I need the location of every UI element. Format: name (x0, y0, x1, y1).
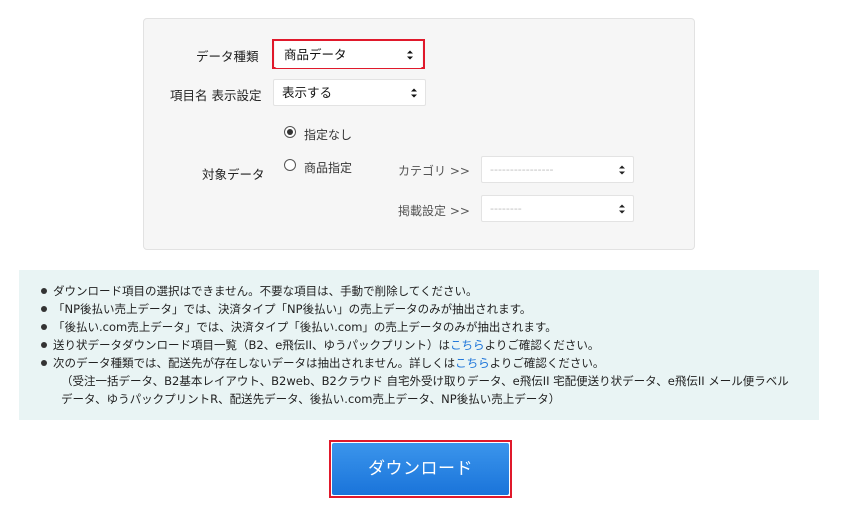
note-text: よりご確認ください。 (489, 356, 605, 370)
category-value: ---------------- (490, 163, 554, 176)
notes-list: ダウンロード項目の選択はできません。不要な項目は、手動で削除してください。 「N… (39, 282, 809, 408)
radio-product-filter-label: 商品指定 (304, 161, 353, 175)
note-text: ダウンロード項目の選択はできません。不要な項目は、手動で削除してください。 (53, 284, 478, 298)
select-arrows-icon (407, 50, 413, 60)
listing-setting-value: -------- (490, 202, 522, 215)
note-text: （受注一括データ、B2基本レイアウト、B2web、B2クラウド 自宅外受け取りデ… (61, 374, 789, 406)
note-text: 「NP後払い売上データ」では、決済タイプ「NP後払い」の売上データのみが抽出され… (53, 302, 532, 316)
listing-setting-select[interactable]: -------- (481, 195, 634, 222)
select-arrows-icon (619, 165, 625, 175)
no-destination-link[interactable]: こちら (455, 356, 490, 370)
note-item: 「NP後払い売上データ」では、決済タイプ「NP後払い」の売上データのみが抽出され… (39, 300, 809, 318)
note-item: 次のデータ種類では、配送先が存在しないデータは抽出されません。詳しくはこちらより… (39, 354, 809, 372)
category-select[interactable]: ---------------- (481, 156, 634, 183)
note-item: 送り状データダウンロード項目一覧（B2、e飛伝II、ゆうパックプリント）はこちら… (39, 336, 809, 354)
note-item: ダウンロード項目の選択はできません。不要な項目は、手動で削除してください。 (39, 282, 809, 300)
notes-box: ダウンロード項目の選択はできません。不要な項目は、手動で削除してください。 「N… (19, 270, 819, 420)
note-text: 「後払い.com売上データ」では、決済タイプ「後払い.com」の売上データのみが… (53, 320, 557, 334)
item-name-setting-value: 表示する (282, 85, 333, 100)
note-item: 「後払い.com売上データ」では、決済タイプ「後払い.com」の売上データのみが… (39, 318, 809, 336)
data-type-select[interactable]: 商品データ (275, 41, 422, 68)
item-name-setting-select[interactable]: 表示する (273, 79, 426, 106)
select-arrows-icon (619, 204, 625, 214)
note-subitem: （受注一括データ、B2基本レイアウト、B2web、B2クラウド 自宅外受け取りデ… (39, 372, 809, 408)
radio-no-filter[interactable] (284, 126, 296, 138)
radio-product-filter[interactable] (284, 159, 296, 171)
item-name-setting-label: 項目名 表示設定 (170, 88, 262, 103)
radio-no-filter-label: 指定なし (304, 128, 353, 142)
data-type-value: 商品データ (284, 47, 347, 62)
listing-setting-label: 掲載設定 >> (398, 204, 470, 218)
note-text: よりご確認ください。 (484, 338, 600, 352)
note-text: 次のデータ種類では、配送先が存在しないデータは抽出されません。詳しくは (53, 356, 456, 370)
target-data-label: 対象データ (202, 167, 265, 182)
invoice-items-link[interactable]: こちら (450, 338, 485, 352)
category-label: カテゴリ >> (398, 164, 470, 178)
download-button[interactable]: ダウンロード (332, 443, 509, 495)
select-arrows-icon (411, 88, 417, 98)
note-text: 送り状データダウンロード項目一覧（B2、e飛伝II、ゆうパックプリント）は (53, 338, 451, 352)
data-type-label: データ種類 (196, 49, 259, 64)
